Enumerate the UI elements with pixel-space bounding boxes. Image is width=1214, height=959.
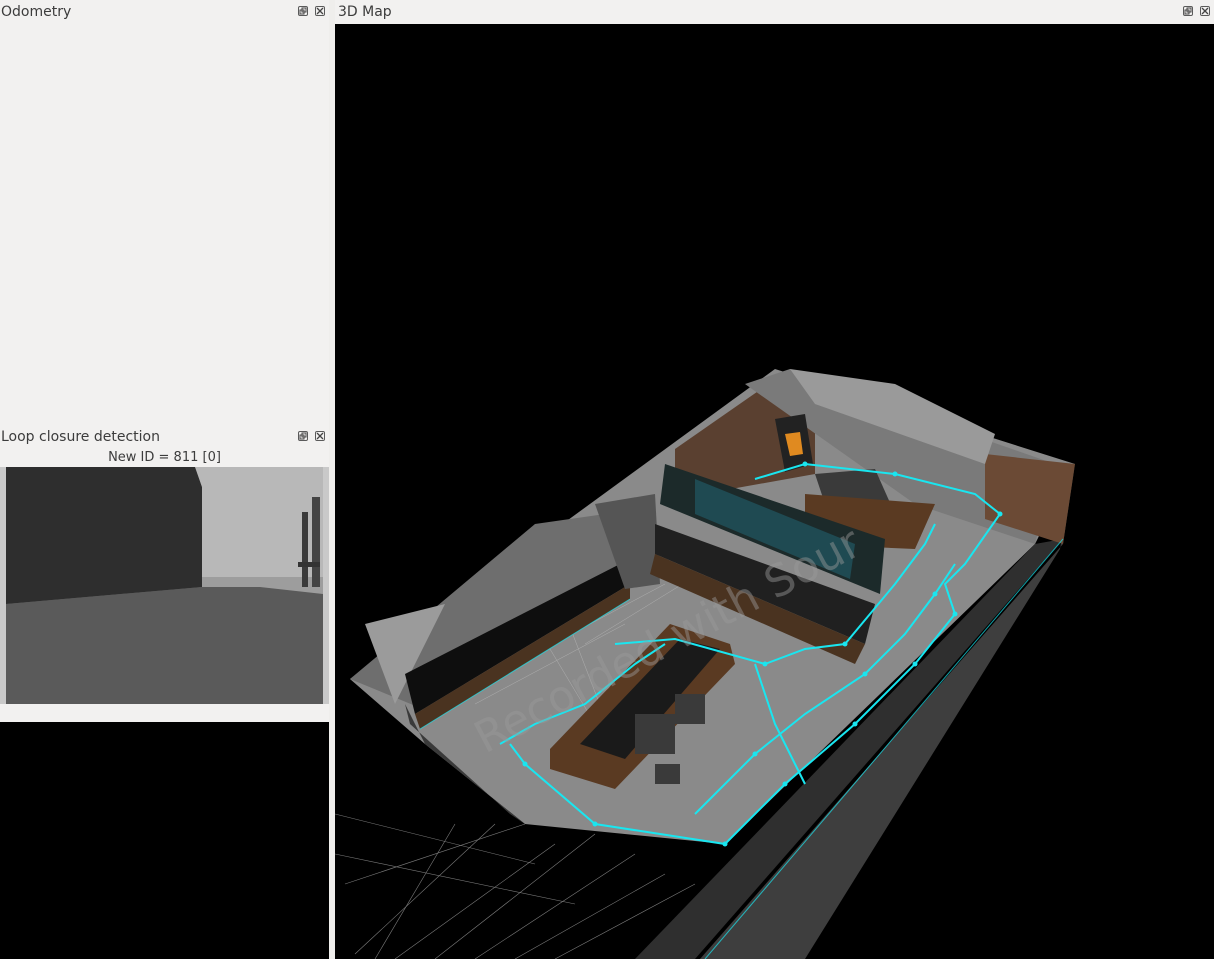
odometry-float-icon[interactable]	[298, 6, 308, 16]
map-float-icon[interactable]	[1183, 6, 1193, 16]
3d-map-view[interactable]: Recorded with Sour	[335, 24, 1214, 959]
loop-closure-title: Loop closure detection	[1, 429, 160, 445]
horizontal-splitter[interactable]	[0, 704, 329, 722]
odometry-close-icon[interactable]	[315, 6, 325, 16]
new-id-label: New ID = 811 [0]	[108, 450, 221, 465]
loop-closure-image	[0, 467, 329, 704]
map-close-icon[interactable]	[1200, 6, 1210, 16]
bottom-viewer	[0, 722, 329, 959]
loop-close-icon[interactable]	[315, 431, 325, 441]
loop-float-icon[interactable]	[298, 431, 308, 441]
odometry-title: Odometry	[1, 4, 72, 20]
map-title: 3D Map	[338, 4, 392, 20]
